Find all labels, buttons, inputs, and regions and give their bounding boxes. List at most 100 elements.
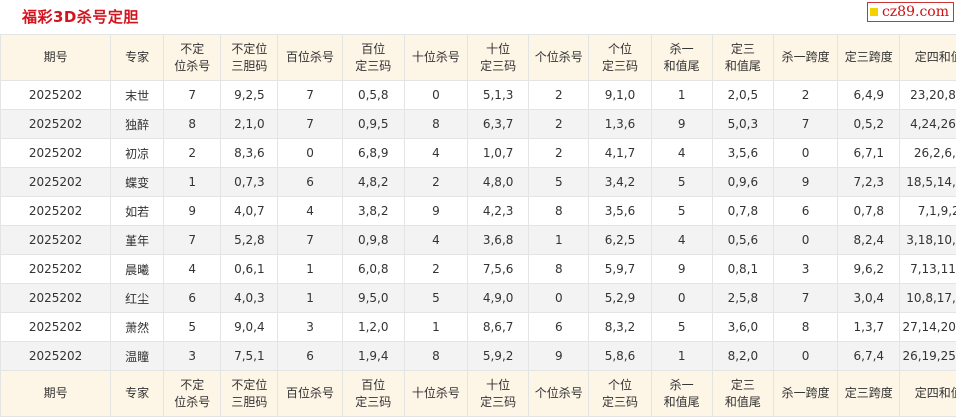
table-cell: 4: [164, 255, 221, 284]
footer-header-label: 十位: [486, 378, 510, 392]
table-cell: 10,8,17,25: [900, 284, 956, 313]
table-cell: 0: [529, 284, 589, 313]
table-cell: 7: [164, 226, 221, 255]
column-header-label: 定三: [731, 42, 755, 56]
table-cell: 2025202: [1, 226, 111, 255]
table-cell: 1,0,7: [468, 139, 529, 168]
footer-header-label: 定三码: [355, 395, 391, 409]
column-header-label: 个位杀号: [535, 50, 583, 64]
table-cell: 末世: [111, 81, 164, 110]
table-cell: 0,7,8: [838, 197, 900, 226]
table-cell: 4: [651, 139, 712, 168]
table-cell: 2025202: [1, 197, 111, 226]
table-cell: 2025202: [1, 313, 111, 342]
footer-header-label: 个位杀号: [535, 386, 583, 400]
table-cell: 3: [773, 255, 837, 284]
table-cell: 0,8,1: [712, 255, 773, 284]
footer-header-label: 百位杀号: [286, 386, 334, 400]
table-cell: 5,9,2: [468, 342, 529, 371]
footer-header-cell: 定三跨度: [838, 371, 900, 417]
table-row: 2025202蝶变10,7,364,8,224,8,053,4,250,9,69…: [1, 168, 956, 197]
column-header-label: 个位: [608, 42, 632, 56]
table-cell: 2: [404, 168, 467, 197]
footer-header-cell: 定三和值尾: [712, 371, 773, 417]
column-header-cell: 不定位三胆码: [221, 35, 278, 81]
table-cell: 5,1,3: [468, 81, 529, 110]
table-cell: 7,5,6: [468, 255, 529, 284]
table-row: 2025202红尘64,0,319,5,054,9,005,2,902,5,87…: [1, 284, 956, 313]
table-cell: 0,5,6: [712, 226, 773, 255]
table-cell: 3,0,4: [838, 284, 900, 313]
table-cell: 2,0,5: [712, 81, 773, 110]
column-header-cell: 十位杀号: [404, 35, 467, 81]
table-cell: 3: [164, 342, 221, 371]
table-cell: 1,3,7: [838, 313, 900, 342]
table-row: 2025202独醉82,1,070,9,586,3,721,3,695,0,37…: [1, 110, 956, 139]
footer-header-cell: 个位定三码: [589, 371, 651, 417]
table-cell: 1: [651, 342, 712, 371]
table-cell: 1: [529, 226, 589, 255]
table-cell: 晨曦: [111, 255, 164, 284]
table-cell: 6: [773, 197, 837, 226]
table-cell: 6,4,9: [838, 81, 900, 110]
table-cell: 蝶变: [111, 168, 164, 197]
table-cell: 0,7,3: [221, 168, 278, 197]
table-cell: 0: [773, 226, 837, 255]
column-header-cell: 个位定三码: [589, 35, 651, 81]
site-logo-text: cz89.com: [882, 3, 949, 21]
table-cell: 8,3,6: [221, 139, 278, 168]
table-cell: 2025202: [1, 168, 111, 197]
table-cell: 8,6,7: [468, 313, 529, 342]
table-cell: 7,1,9,2: [900, 197, 956, 226]
table-cell: 7,13,11,0: [900, 255, 956, 284]
site-logo[interactable]: cz89.com: [867, 2, 954, 22]
table-cell: 6,3,7: [468, 110, 529, 139]
table-cell: 6,0,8: [342, 255, 404, 284]
footer-header-label: 和值尾: [664, 395, 700, 409]
table-cell: 2: [529, 81, 589, 110]
table-cell: 7: [164, 81, 221, 110]
table-cell: 26,2,6,7: [900, 139, 956, 168]
table-cell: 0: [651, 284, 712, 313]
column-header-label: 期号: [44, 50, 68, 64]
table-cell: 23,20,8,6: [900, 81, 956, 110]
table-cell: 5,8,6: [589, 342, 651, 371]
table-cell: 6: [164, 284, 221, 313]
table-cell: 3,8,2: [342, 197, 404, 226]
table-cell: 1: [164, 168, 221, 197]
table-cell: 6: [278, 168, 342, 197]
table-cell: 1: [278, 255, 342, 284]
table-cell: 4,1,7: [589, 139, 651, 168]
table-cell: 2,5,8: [712, 284, 773, 313]
table-cell: 7: [773, 110, 837, 139]
column-header-label: 定三码: [480, 59, 516, 73]
column-header-label: 不定: [180, 42, 204, 56]
table-cell: 8: [164, 110, 221, 139]
table-cell: 4,0,3: [221, 284, 278, 313]
table-cell: 4,2,3: [468, 197, 529, 226]
table-row: 2025202晨曦40,6,116,0,827,5,685,9,790,8,13…: [1, 255, 956, 284]
table-cell: 0: [773, 139, 837, 168]
footer-header-label: 不定: [180, 378, 204, 392]
column-header-cell: 个位杀号: [529, 35, 589, 81]
footer-header-label: 期号: [44, 386, 68, 400]
table-cell: 独醉: [111, 110, 164, 139]
table-cell: 5: [164, 313, 221, 342]
footer-header-label: 定三码: [480, 395, 516, 409]
table-cell: 3,6,8: [468, 226, 529, 255]
footer-header-cell: 不定位三胆码: [221, 371, 278, 417]
logo-dot-icon: [870, 8, 878, 16]
table-cell: 8: [773, 313, 837, 342]
footer-header-label: 定三: [731, 378, 755, 392]
table-cell: 6,2,5: [589, 226, 651, 255]
table-cell: 7: [278, 110, 342, 139]
table-cell: 8: [529, 255, 589, 284]
table-cell: 5: [651, 313, 712, 342]
column-header-label: 定三码: [602, 59, 638, 73]
table-cell: 2: [404, 255, 467, 284]
table-cell: 2,1,0: [221, 110, 278, 139]
table-cell: 0,5,8: [342, 81, 404, 110]
table-cell: 27,14,20,10: [900, 313, 956, 342]
footer-header-cell: 百位杀号: [278, 371, 342, 417]
table-cell: 8,3,2: [589, 313, 651, 342]
